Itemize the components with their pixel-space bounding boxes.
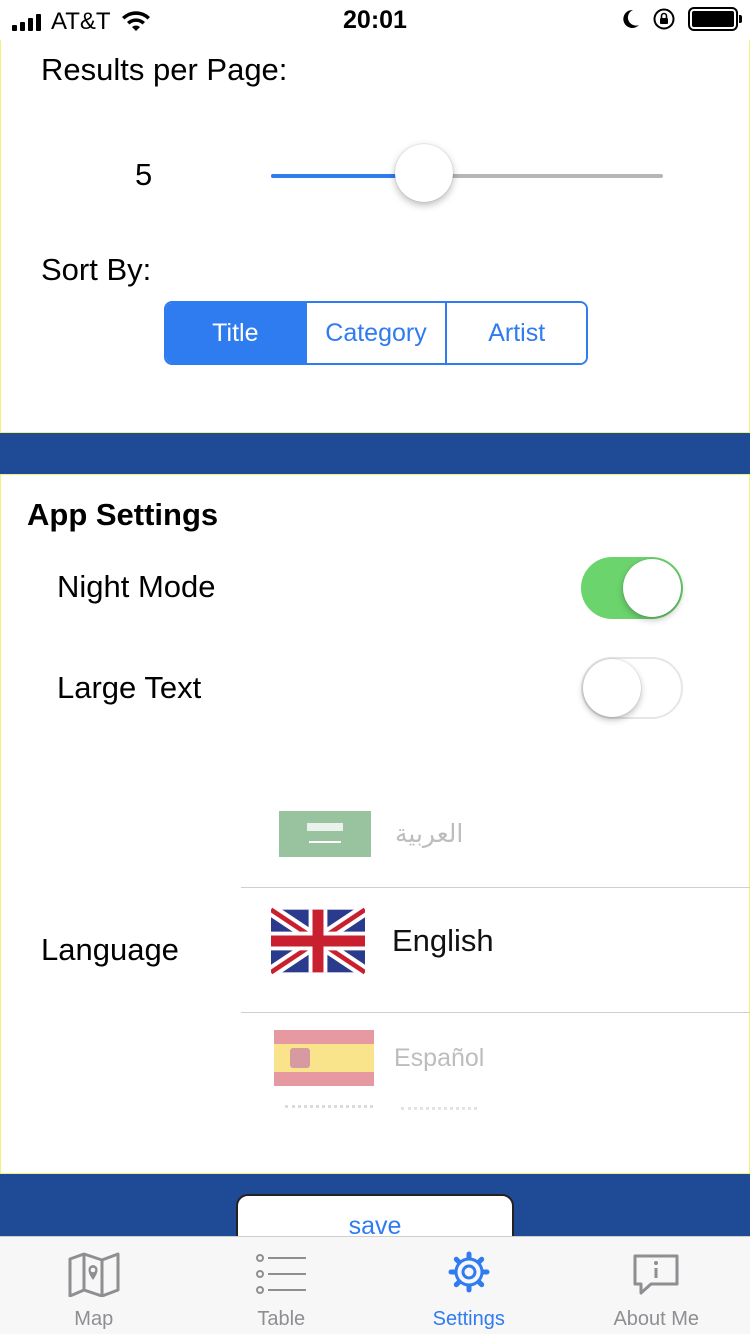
language-option-arabic: العربية <box>395 820 464 848</box>
tab-table[interactable]: Table <box>188 1237 376 1334</box>
results-per-page-value: 5 <box>135 157 153 192</box>
info-bubble-icon <box>633 1254 679 1295</box>
map-icon <box>68 1252 120 1297</box>
picker-row-spanish[interactable]: Español <box>241 1028 750 1088</box>
picker-divider <box>241 1012 750 1013</box>
partial-flag-icon <box>285 1105 373 1115</box>
tab-label-map: Map <box>74 1308 114 1330</box>
tab-about-me[interactable]: About Me <box>563 1237 750 1334</box>
results-per-page-label: Results per Page: <box>41 52 288 87</box>
picker-row-partial <box>241 1100 750 1120</box>
tab-label-about-me: About Me <box>613 1308 700 1330</box>
language-label: Language <box>41 932 179 967</box>
sort-by-segmented-control: Title Category Artist <box>164 301 588 365</box>
status-right <box>620 7 742 31</box>
slider-thumb[interactable] <box>395 144 453 202</box>
night-mode-toggle[interactable] <box>581 557 683 619</box>
sort-option-title[interactable]: Title <box>166 303 307 363</box>
list-icon <box>256 1254 307 1294</box>
orientation-lock-icon <box>653 8 675 30</box>
picker-divider <box>241 887 750 888</box>
tab-label-settings: Settings <box>432 1308 505 1330</box>
large-text-toggle[interactable] <box>581 657 683 719</box>
sort-option-artist[interactable]: Artist <box>447 303 586 363</box>
tab-settings[interactable]: Settings <box>375 1237 563 1334</box>
app-settings-card: App Settings Night Mode Large Text Langu… <box>0 474 750 1174</box>
gear-icon <box>448 1251 490 1293</box>
partial-text-icon <box>401 1107 477 1113</box>
spain-flag-icon <box>274 1030 374 1086</box>
tab-map[interactable]: Map <box>0 1237 188 1334</box>
toggle-knob <box>583 659 641 717</box>
language-option-english: English <box>392 923 494 958</box>
results-per-page-slider[interactable] <box>271 174 663 178</box>
app-settings-title: App Settings <box>27 497 219 532</box>
moon-icon <box>623 9 639 28</box>
tab-bar: Map Table Settings About Me <box>0 1236 750 1334</box>
toggle-knob <box>623 559 681 617</box>
language-picker[interactable]: العربية English Español <box>241 780 750 1132</box>
language-option-spanish: Español <box>394 1043 485 1072</box>
picker-row-english[interactable]: English <box>241 905 750 977</box>
status-bar: AT&T 20:01 <box>0 0 750 40</box>
tab-label-table: Table <box>257 1308 306 1330</box>
saudi-flag-icon <box>279 811 371 857</box>
search-settings-card: Results per Page: 5 Sort By: Title Categ… <box>0 40 750 433</box>
sort-by-label: Sort By: <box>41 252 152 287</box>
battery-icon <box>688 7 742 31</box>
uk-flag-icon <box>271 906 365 976</box>
picker-row-arabic[interactable]: العربية <box>241 808 750 860</box>
large-text-label: Large Text <box>57 670 202 705</box>
night-mode-label: Night Mode <box>57 569 216 604</box>
sort-option-category[interactable]: Category <box>306 303 448 363</box>
